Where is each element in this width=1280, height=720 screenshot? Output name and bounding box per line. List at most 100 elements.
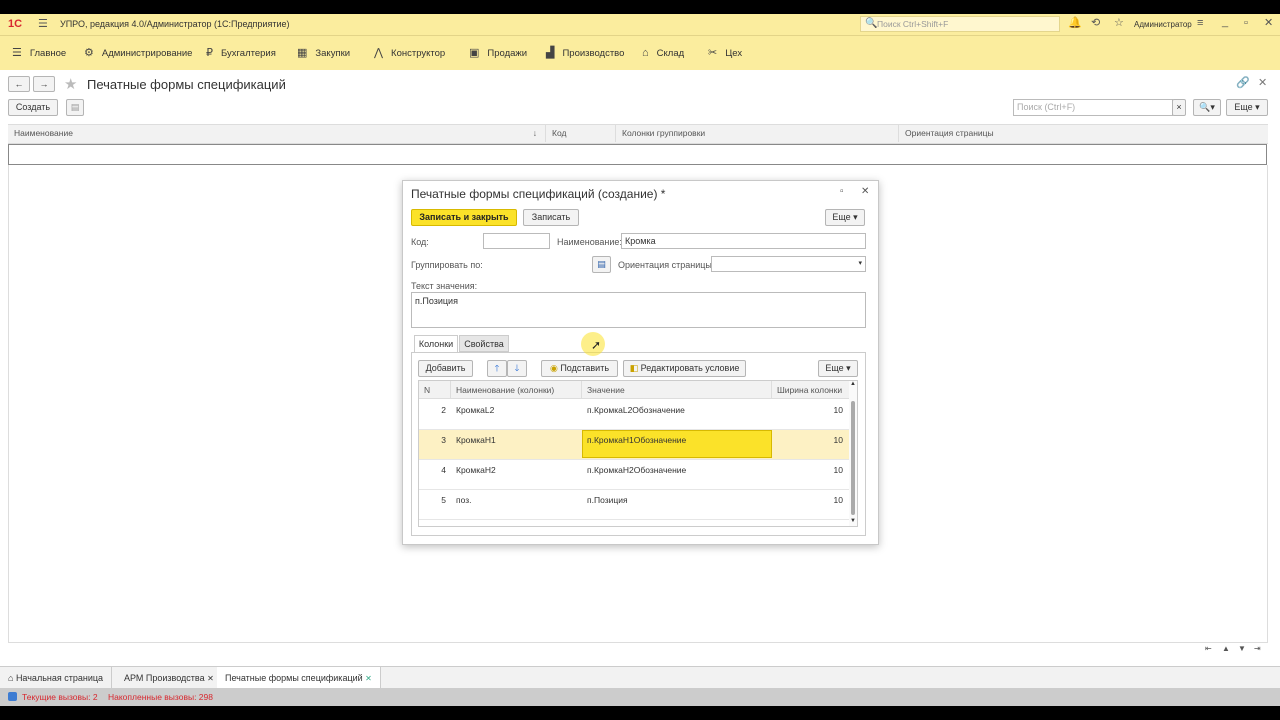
grid-more-button[interactable]: Еще ▾ bbox=[818, 360, 858, 377]
chevron-down-icon: ▾ bbox=[858, 260, 862, 267]
scroll-up-icon[interactable]: ▲ bbox=[1222, 645, 1230, 653]
maximize-icon[interactable]: ▫ bbox=[840, 187, 844, 197]
close-icon[interactable]: ✕ bbox=[1264, 18, 1273, 29]
scroll-last-icon[interactable]: ⇥ bbox=[1254, 645, 1261, 653]
work-area: ← → ★ Печатные формы спецификаций 🔗 ✕ Со… bbox=[0, 70, 1280, 666]
column-orientation[interactable]: Ориентация страницы bbox=[899, 124, 1268, 142]
grid-row[interactable]: 5 поз. п.Позиция 10 bbox=[419, 490, 849, 520]
close-tab-icon[interactable]: ✕ bbox=[365, 674, 372, 683]
save-button[interactable]: Записать bbox=[523, 209, 579, 226]
basket-icon: ▣ bbox=[469, 47, 480, 59]
user-name[interactable]: Администратор bbox=[1134, 20, 1192, 29]
favorite-star-icon[interactable]: ★ bbox=[64, 75, 77, 93]
edit-condition-icon: ◧ bbox=[629, 363, 641, 373]
scroll-down-icon[interactable]: ▼ bbox=[1238, 645, 1246, 653]
menu-item-purchases[interactable]: ▦ Закупки bbox=[297, 48, 350, 60]
name-field[interactable]: Кромка bbox=[621, 233, 866, 249]
global-search-input[interactable]: 🔍 Поиск Ctrl+Shift+F bbox=[860, 16, 1060, 32]
scroll-up-arrow-icon[interactable]: ▲ bbox=[850, 381, 856, 387]
tab-columns[interactable]: Колонки bbox=[414, 335, 458, 352]
menu-item-production[interactable]: ▟ Производство bbox=[546, 47, 624, 60]
column-group-columns[interactable]: Колонки группировки bbox=[616, 124, 899, 142]
hamburger-icon: ☰ bbox=[12, 47, 22, 59]
compass-icon: ⋀ bbox=[374, 47, 384, 59]
text-value-field[interactable]: п.Позиция bbox=[411, 292, 866, 328]
title-bar: 1С ☰ УПРО, редакция 4.0/Администратор (1… bbox=[0, 14, 1280, 36]
move-down-button[interactable]: 🡓 bbox=[507, 360, 527, 377]
clear-search-button[interactable]: × bbox=[1172, 99, 1186, 116]
grid-col-name[interactable]: Наименование (колонки) bbox=[451, 381, 582, 399]
warehouse-icon: ⌂ bbox=[642, 47, 649, 59]
sort-down-icon: ↓ bbox=[532, 128, 537, 138]
grid-row[interactable]: 2 КромкаL2 п.КромкаL2Обозначение 10 bbox=[419, 400, 849, 430]
grid-row[interactable]: 4 КромкаН2 п.КромкаН2Обозначение 10 bbox=[419, 460, 849, 490]
column-code[interactable]: Код bbox=[546, 124, 616, 142]
substitute-button[interactable]: ◉ Подставить bbox=[541, 360, 618, 377]
forward-button[interactable]: → bbox=[33, 76, 55, 92]
menu-item-workshop[interactable]: ✂ Цех bbox=[708, 47, 742, 60]
menu-item-main[interactable]: ☰ Главное bbox=[12, 47, 66, 60]
factory-icon: ▟ bbox=[546, 47, 555, 59]
scroll-first-icon[interactable]: ⇤ bbox=[1205, 645, 1212, 653]
bell-icon[interactable]: 🔔 bbox=[1068, 18, 1082, 29]
mouse-cursor-icon: ➚ bbox=[591, 338, 602, 352]
scroll-down-arrow-icon[interactable]: ▼ bbox=[850, 518, 856, 524]
history-icon[interactable]: ⟲ bbox=[1091, 18, 1100, 29]
list-row-empty[interactable] bbox=[8, 144, 1267, 165]
menu-item-warehouse[interactable]: ⌂ Склад bbox=[642, 47, 684, 60]
ruble-icon: ₽ bbox=[206, 47, 213, 59]
arrow-up-icon: 🡑 bbox=[494, 363, 500, 373]
grid-col-value[interactable]: Значение bbox=[582, 381, 772, 399]
search-button[interactable]: 🔍▾ bbox=[1193, 99, 1221, 116]
list-search-input[interactable]: Поиск (Ctrl+F) bbox=[1013, 99, 1173, 116]
tab-panel-columns: Добавить 🡑 🡓 ◉ Подставить ◧ Редактироват… bbox=[411, 352, 866, 536]
grid-col-width[interactable]: Ширина колонки bbox=[772, 381, 849, 399]
close-tab-icon[interactable]: ✕ bbox=[207, 674, 214, 683]
scroll-thumb[interactable] bbox=[851, 401, 855, 515]
dialog-more-button[interactable]: Еще ▾ bbox=[825, 209, 865, 226]
tab-home[interactable]: ⌂ Начальная страница bbox=[0, 667, 113, 689]
close-form-icon[interactable]: ✕ bbox=[1258, 78, 1267, 89]
restore-icon[interactable]: ▫ bbox=[1244, 18, 1248, 29]
app-logo: 1С bbox=[8, 18, 23, 30]
minimize-icon[interactable]: _ bbox=[1222, 17, 1228, 28]
hamburger-icon[interactable]: ☰ bbox=[38, 19, 48, 30]
column-name[interactable]: Наименование ↓ bbox=[8, 124, 546, 142]
star-icon[interactable]: ☆ bbox=[1114, 18, 1124, 29]
more-button[interactable]: Еще ▾ bbox=[1226, 99, 1268, 116]
orientation-select[interactable]: ▾ bbox=[711, 256, 866, 272]
menu-item-designer[interactable]: ⋀ Конструктор bbox=[374, 47, 445, 60]
search-icon: 🔍 bbox=[865, 18, 878, 29]
list-select-icon: ▤ bbox=[597, 259, 606, 269]
add-button[interactable]: Добавить bbox=[418, 360, 473, 377]
back-button[interactable]: ← bbox=[8, 76, 30, 92]
tab-print-forms[interactable]: Печатные формы спецификаций ✕ bbox=[217, 667, 381, 689]
arrow-right-icon: → bbox=[39, 79, 49, 89]
link-icon[interactable]: 🔗 bbox=[1236, 78, 1250, 89]
substitute-icon: ◉ bbox=[549, 363, 561, 373]
menu-item-sales[interactable]: ▣ Продажи bbox=[469, 47, 527, 60]
page-title: Печатные формы спецификаций bbox=[87, 77, 286, 92]
edit-condition-button[interactable]: ◧ Редактировать условие bbox=[623, 360, 746, 377]
arrow-left-icon: ← bbox=[14, 79, 24, 89]
move-up-button[interactable]: 🡑 bbox=[487, 360, 507, 377]
orientation-label: Ориентация страницы: bbox=[618, 260, 715, 270]
code-field[interactable] bbox=[483, 233, 550, 249]
tools-icon: ✂ bbox=[708, 47, 718, 59]
print-button[interactable]: ▤ bbox=[66, 99, 84, 116]
create-button[interactable]: Создать bbox=[8, 99, 58, 116]
current-calls: Текущие вызовы: 2 bbox=[22, 692, 98, 702]
performance-icon[interactable] bbox=[8, 692, 17, 701]
gear-icon: ⚙ bbox=[84, 47, 94, 59]
tab-properties[interactable]: Свойства bbox=[459, 335, 509, 352]
menu-item-accounting[interactable]: ₽ Бухгалтерия bbox=[206, 47, 276, 60]
dialog-close-icon[interactable]: ✕ bbox=[861, 187, 869, 197]
grid-scrollbar[interactable]: ▲ ▼ bbox=[849, 381, 857, 526]
grid-col-n[interactable]: N bbox=[419, 381, 451, 399]
menu-item-admin[interactable]: ⚙ Администрирование bbox=[84, 47, 192, 60]
save-close-button[interactable]: Записать и закрыть bbox=[411, 209, 517, 226]
grid-row-selected[interactable]: 3 КромкаН1 п.КромкаН1Обозначение 10 bbox=[419, 430, 849, 460]
settings-menu-icon[interactable]: ≡ bbox=[1197, 18, 1203, 29]
tab-production-workstation[interactable]: АРМ Производства ✕ bbox=[116, 667, 223, 689]
group-by-button[interactable]: ▤ bbox=[592, 256, 611, 273]
